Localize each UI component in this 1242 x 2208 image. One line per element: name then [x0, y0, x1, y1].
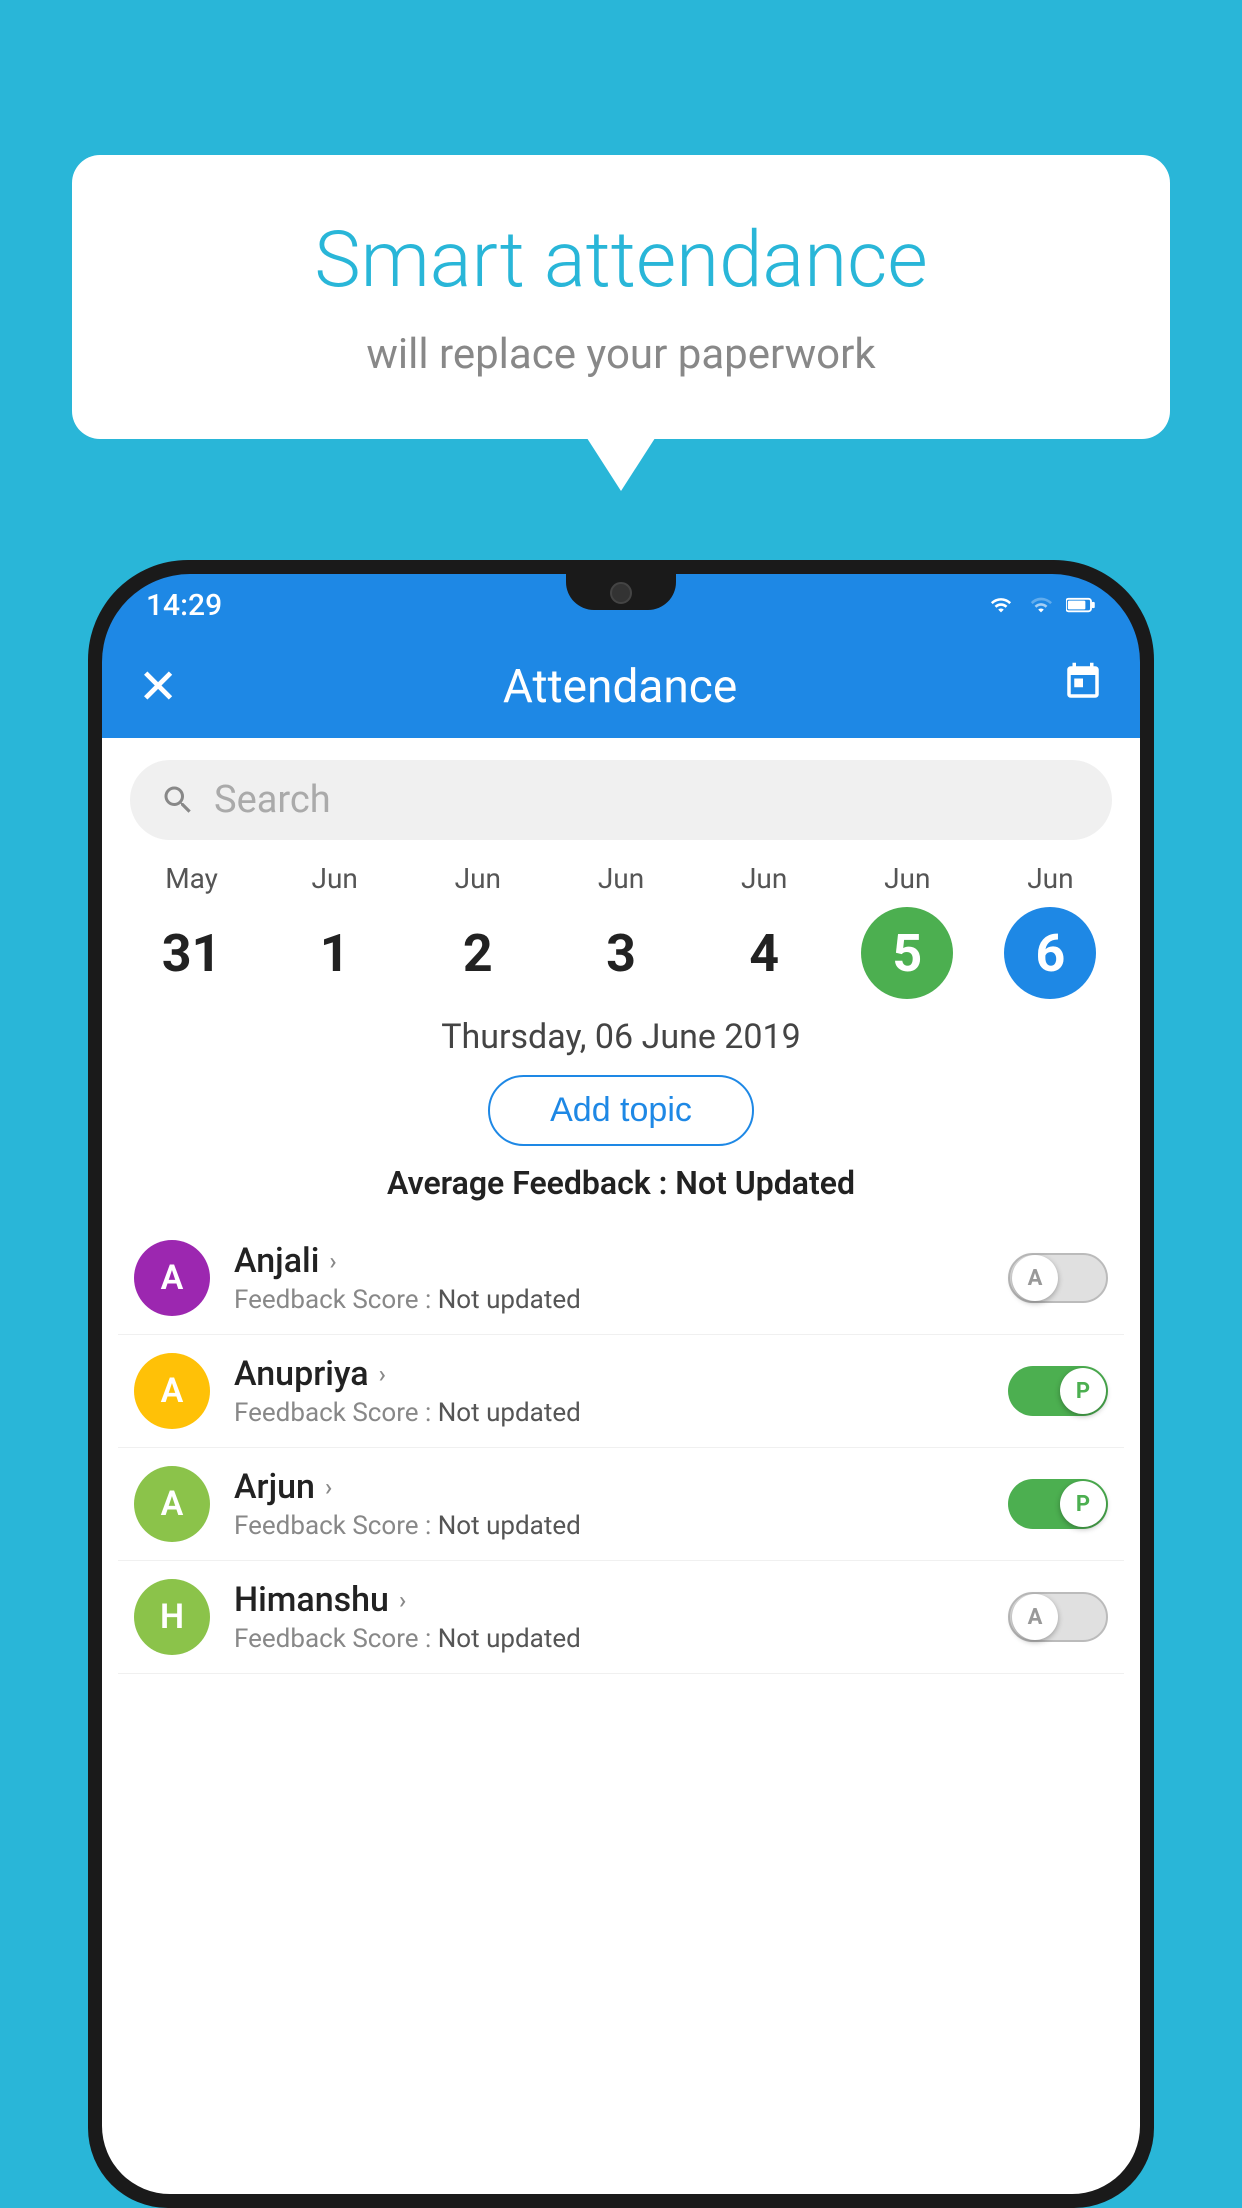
- attendance-toggle[interactable]: P: [1008, 1366, 1108, 1416]
- date-month: Jun: [598, 862, 644, 895]
- search-icon: [160, 782, 196, 818]
- avatar: A: [134, 1240, 210, 1316]
- speech-bubble: Smart attendance will replace your paper…: [72, 155, 1170, 439]
- student-item[interactable]: A Arjun › Feedback Score : Not updated P: [118, 1448, 1124, 1561]
- date-month: Jun: [312, 862, 358, 895]
- status-time: 14:29: [146, 588, 222, 623]
- avg-feedback: Average Feedback : Not Updated: [102, 1164, 1140, 1202]
- battery-icon: [1066, 594, 1096, 616]
- date-item[interactable]: Jun 1: [263, 862, 406, 999]
- date-item[interactable]: Jun 6: [979, 862, 1122, 999]
- student-name: Anjali ›: [234, 1241, 1008, 1281]
- attendance-toggle[interactable]: A: [1008, 1592, 1108, 1642]
- date-day[interactable]: 5: [861, 907, 953, 999]
- status-icons: [986, 594, 1096, 616]
- selected-date: Thursday, 06 June 2019: [102, 1017, 1140, 1057]
- toggle-knob: P: [1060, 1481, 1106, 1527]
- phone-frame: 14:29 ✕ Attendance: [88, 560, 1154, 2208]
- avg-feedback-label: Average Feedback :: [387, 1164, 667, 1202]
- avatar: A: [134, 1353, 210, 1429]
- date-month: Jun: [1027, 862, 1073, 895]
- close-button[interactable]: ✕: [138, 663, 178, 711]
- student-info: Arjun › Feedback Score : Not updated: [234, 1467, 1008, 1541]
- phone-screen: 14:29 ✕ Attendance: [102, 574, 1140, 2194]
- chevron-icon: ›: [399, 1586, 406, 1614]
- toggle-knob: A: [1012, 1255, 1058, 1301]
- search-bar[interactable]: Search: [130, 760, 1112, 840]
- attendance-toggle[interactable]: A: [1008, 1253, 1108, 1303]
- date-day[interactable]: 31: [146, 907, 238, 999]
- date-month: May: [165, 862, 218, 895]
- speech-bubble-subtitle: will replace your paperwork: [152, 330, 1090, 379]
- avg-feedback-value: Not Updated: [675, 1164, 855, 1202]
- date-day[interactable]: 2: [432, 907, 524, 999]
- student-item[interactable]: H Himanshu › Feedback Score : Not updatedA: [118, 1561, 1124, 1674]
- speech-bubble-title: Smart attendance: [152, 215, 1090, 306]
- student-name: Himanshu ›: [234, 1580, 1008, 1620]
- app-bar-title: Attendance: [503, 660, 737, 714]
- wifi-icon: [986, 594, 1016, 616]
- date-picker: May 31 Jun 1 Jun 2 Jun 3 Jun 4 Jun 5 Jun 6: [102, 840, 1140, 1009]
- toggle-knob: P: [1060, 1368, 1106, 1414]
- student-info: Anjali › Feedback Score : Not updated: [234, 1241, 1008, 1315]
- student-item[interactable]: A Anupriya › Feedback Score : Not updated P: [118, 1335, 1124, 1448]
- search-placeholder: Search: [214, 778, 331, 822]
- calendar-button[interactable]: [1062, 661, 1104, 713]
- student-name: Anupriya ›: [234, 1354, 1008, 1394]
- date-item[interactable]: Jun 3: [549, 862, 692, 999]
- date-day[interactable]: 3: [575, 907, 667, 999]
- student-item[interactable]: AAnjali ›Feedback Score : Not updatedA: [118, 1222, 1124, 1335]
- date-day[interactable]: 4: [718, 907, 810, 999]
- student-list: AAnjali ›Feedback Score : Not updatedAAA…: [102, 1222, 1140, 1674]
- toggle-knob: A: [1012, 1594, 1058, 1640]
- date-month: Jun: [455, 862, 501, 895]
- chevron-icon: ›: [379, 1360, 386, 1388]
- date-item[interactable]: May 31: [120, 862, 263, 999]
- student-info: Anupriya › Feedback Score : Not updated: [234, 1354, 1008, 1428]
- add-topic-button[interactable]: Add topic: [488, 1075, 754, 1146]
- student-info: Himanshu › Feedback Score : Not updated: [234, 1580, 1008, 1654]
- avatar: A: [134, 1466, 210, 1542]
- attendance-toggle[interactable]: P: [1008, 1479, 1108, 1529]
- student-feedback: Feedback Score : Not updated: [234, 1511, 1008, 1541]
- student-name: Arjun ›: [234, 1467, 1008, 1507]
- date-month: Jun: [884, 862, 930, 895]
- speech-bubble-container: Smart attendance will replace your paper…: [72, 155, 1170, 439]
- date-day[interactable]: 6: [1004, 907, 1096, 999]
- date-item[interactable]: Jun 5: [836, 862, 979, 999]
- date-item[interactable]: Jun 2: [406, 862, 549, 999]
- student-feedback: Feedback Score : Not updated: [234, 1285, 1008, 1315]
- date-month: Jun: [741, 862, 787, 895]
- app-bar: ✕ Attendance: [102, 636, 1140, 738]
- student-feedback: Feedback Score : Not updated: [234, 1398, 1008, 1428]
- screen-content: Search May 31 Jun 1 Jun 2 Jun 3 Jun 4 Jun 5 Jun 6 Thu…: [102, 738, 1140, 2194]
- camera: [610, 582, 632, 604]
- chevron-icon: ›: [329, 1247, 336, 1275]
- chevron-icon: ›: [325, 1473, 332, 1501]
- date-item[interactable]: Jun 4: [693, 862, 836, 999]
- avatar: H: [134, 1579, 210, 1655]
- student-feedback: Feedback Score : Not updated: [234, 1624, 1008, 1654]
- signal-icon: [1026, 594, 1056, 616]
- phone-notch: [566, 574, 676, 610]
- calendar-icon: [1062, 661, 1104, 703]
- date-day[interactable]: 1: [289, 907, 381, 999]
